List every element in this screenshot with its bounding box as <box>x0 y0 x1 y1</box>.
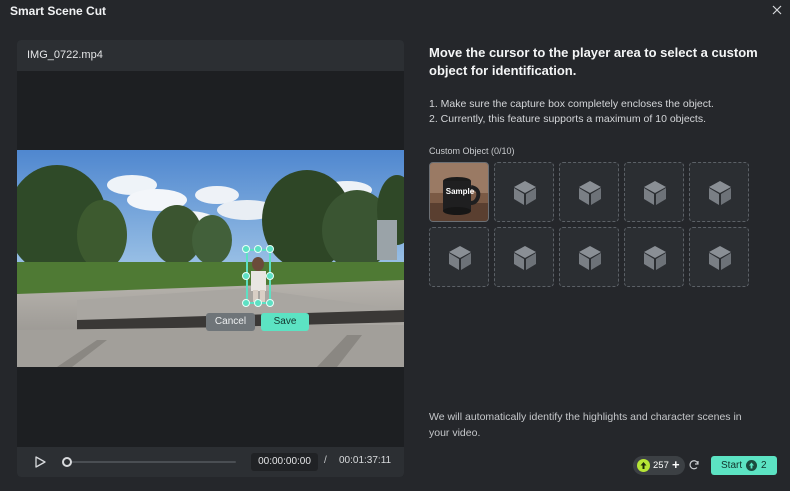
close-icon[interactable] <box>769 2 785 18</box>
credits-badge[interactable]: 257 + <box>633 456 685 475</box>
refresh-icon[interactable] <box>688 459 700 471</box>
time-separator: / <box>324 455 327 466</box>
capture-handle[interactable] <box>254 299 262 307</box>
cube-icon <box>579 246 601 270</box>
add-credits-icon[interactable]: + <box>672 457 680 472</box>
capture-handle[interactable] <box>242 272 250 280</box>
cube-icon <box>579 181 601 205</box>
empty-object-slot[interactable] <box>559 162 619 222</box>
play-icon[interactable] <box>33 455 47 469</box>
credit-coin-icon <box>637 459 650 472</box>
capture-handle[interactable] <box>242 245 250 253</box>
cube-icon <box>449 246 471 270</box>
video-player[interactable]: IMG_0722.mp4 Cancel Save 00:00:00:00 / 0… <box>17 40 404 477</box>
cube-icon <box>644 181 666 205</box>
cancel-button[interactable]: Cancel <box>206 313 255 331</box>
empty-object-slot[interactable] <box>559 227 619 287</box>
seek-bar[interactable] <box>66 461 236 463</box>
empty-object-slot[interactable] <box>429 227 489 287</box>
capture-handle[interactable] <box>266 245 274 253</box>
window-title: Smart Scene Cut <box>10 4 107 18</box>
empty-object-slot[interactable] <box>689 227 749 287</box>
sample-object[interactable]: Sample <box>429 162 489 222</box>
total-time: 00:01:37:11 <box>339 455 392 466</box>
start-button[interactable]: Start 2 <box>711 456 777 475</box>
save-button[interactable]: Save <box>261 313 309 331</box>
cost-coin-icon <box>746 460 757 471</box>
empty-object-slot[interactable] <box>624 227 684 287</box>
playback-controls: 00:00:00:00 / 00:01:37:11 <box>17 447 404 477</box>
cube-icon <box>514 181 536 205</box>
capture-handle[interactable] <box>266 272 274 280</box>
cube-icon <box>709 246 731 270</box>
instructions-heading: Move the cursor to the player area to se… <box>429 45 758 78</box>
capture-handle[interactable] <box>266 299 274 307</box>
capture-handle[interactable] <box>254 245 262 253</box>
cube-icon <box>514 246 536 270</box>
file-bar: IMG_0722.mp4 <box>17 40 404 71</box>
empty-object-slot[interactable] <box>624 162 684 222</box>
capture-handle[interactable] <box>242 299 250 307</box>
cube-icon <box>644 246 666 270</box>
video-frame[interactable]: Cancel Save <box>17 150 404 367</box>
empty-object-slot[interactable] <box>494 227 554 287</box>
instruction-step-2: 2. Currently, this feature supports a ma… <box>429 113 707 125</box>
seek-handle[interactable] <box>62 457 72 467</box>
credit-count: 257 <box>653 460 669 471</box>
custom-object-label: Custom Object (0/10) <box>429 146 515 156</box>
cube-icon <box>709 181 731 205</box>
start-cost: 2 <box>761 460 767 471</box>
sample-label: Sample <box>445 187 475 196</box>
instruction-step-1: 1. Make sure the capture box completely … <box>429 98 714 110</box>
footer-note: We will automatically identify the highl… <box>429 411 742 439</box>
current-time[interactable]: 00:00:00:00 <box>251 453 318 471</box>
title-bar: Smart Scene Cut <box>0 0 790 22</box>
empty-object-slot[interactable] <box>494 162 554 222</box>
start-label: Start <box>721 460 743 471</box>
file-name: IMG_0722.mp4 <box>27 49 103 61</box>
empty-object-slot[interactable] <box>689 162 749 222</box>
